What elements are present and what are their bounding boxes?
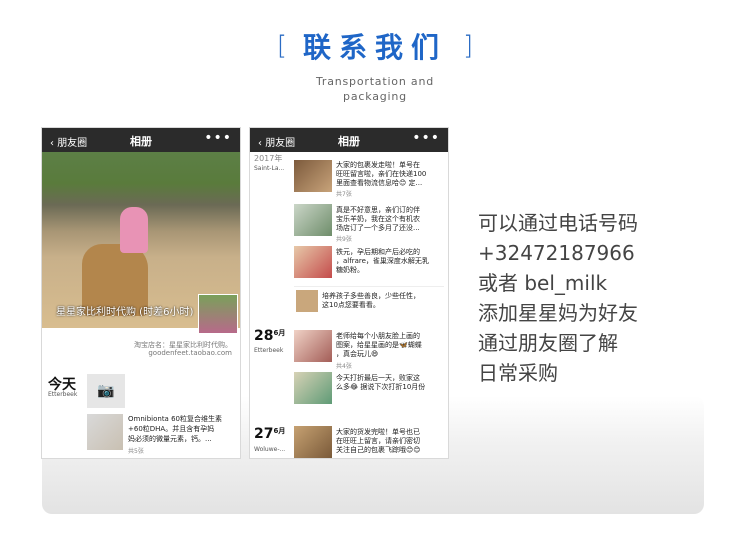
post-separator [294,286,444,287]
post-2-line-2: 宝乐羊奶，我在这个有机农 [336,215,420,223]
contact-line-5: 通过朋友圈了解 [478,331,618,355]
camera-icon[interactable]: 📷 [87,374,125,408]
post-1-line-3: 里面查看物流信息哈😊 定... [336,179,423,187]
post-3-line-2: ，alfrare，雀巢深度水解无乳 [336,257,429,265]
post-1-thumbnail[interactable] [294,160,332,192]
left-more-icon[interactable]: ••• [204,130,232,146]
post-1-line-1: 大家的包裹发走啦！单号在 [336,161,420,169]
post-7-thumbnail[interactable] [294,426,332,458]
date-28-day: 28 [254,328,274,344]
right-phone-screenshot: ‹ 朋友圈 相册 ••• 2017年 Saint-La... 大家的包裹发走啦！… [249,127,449,459]
post-5-meta: 共4张 [336,363,352,370]
post-6-line-1: 今天打折最后一天，败家这 [336,374,420,382]
right-more-icon[interactable]: ••• [412,130,440,146]
today-location: Etterbeek [48,391,78,398]
post-5-line-2: 图案，给星星画的是🦋蝴蝶 [336,341,422,349]
contact-line-6: 日常采购 [478,361,558,385]
post-2-text[interactable]: 真是不好意思，亲们订的伴 宝乐羊奶，我在这个有机农 场店订了一个多月了还没... [336,206,420,233]
location-3: Woluwe-... [254,446,286,453]
avatar[interactable] [198,294,238,334]
post-5-line-1: 老师给每个小朋友脸上画的 [336,332,420,340]
post-4-line-1: 培养孩子多些善良，少些任性， [322,292,420,300]
post-7-line-1: 大家的货发完啦！单号也已 [336,428,420,436]
post-6-thumbnail[interactable] [294,372,332,404]
post-3-line-1: 铁元，孕后期和产后必吃的 [336,248,420,256]
post-5-text[interactable]: 老师给每个小朋友脸上画的 图案，给星星画的是🦋蝴蝶 ，真会玩儿😄 [336,332,422,359]
shop-url-line: goodenfeet.taobao.com [148,349,232,357]
post-meta: 共5张 [128,448,144,455]
post-text-line-3: 妈必须的微量元素，钙。... [128,435,212,443]
post-1-text[interactable]: 大家的包裹发走啦！单号在 旺旺留言啦，亲们在快递100 里面查看物流信息哈😊 定… [336,161,426,188]
post-4-thumbnail[interactable] [296,290,318,312]
post-7-line-2: 在旺旺上留言，请亲们密切 [336,437,420,445]
date-28-month: 6月 [273,329,286,337]
section-title: 联系我们 [302,31,447,64]
contact-phone: +32472187966 [478,241,635,265]
post-4-text[interactable]: 培养孩子多些善良，少些任性， 这10点您要看看。 [322,292,420,310]
contact-info: 可以通过电话号码 +32472187966 或者 bel_milk 添加星星妈为… [478,208,638,388]
post-2-line-3: 场店订了一个多月了还没... [336,224,420,232]
post-2-line-1: 真是不好意思，亲们订的伴 [336,206,420,214]
post-1-line-2: 旺旺留言啦，亲们在快递100 [336,170,427,178]
post-5-line-3: ，真会玩儿😄 [336,350,379,358]
post-5-thumbnail[interactable] [294,330,332,362]
post-6-line-2: 么多😂 据说下次打折10月份 [336,383,426,391]
post-text-line-1: Omnibionta 60粒复合维生素 [128,415,222,423]
post-7-text[interactable]: 大家的货发完啦！单号也已 在旺旺上留言，请亲们密切 关注自己的包裹飞踪哦😊😊 [336,428,421,455]
contact-wechat: 或者 bel_milk [478,271,608,295]
cover-caption: 星星家比利时代购 (时差6小时) [56,307,194,318]
bracket-right: ] [463,31,474,61]
post-6-text[interactable]: 今天打折最后一天，败家这 么多😂 据说下次打折10月份 [336,374,425,392]
post-3-thumbnail[interactable] [294,246,332,278]
location-1: Saint-La... [254,165,285,172]
date-27: 276月 [254,426,285,442]
post-1-meta: 共7张 [336,191,352,198]
right-topbar: ‹ 朋友圈 相册 ••• [250,128,448,152]
post-2-meta: 共9张 [336,236,352,243]
post-2-thumbnail[interactable] [294,204,332,236]
date-27-month: 6月 [273,427,286,435]
contact-line-4: 添加星星妈为好友 [478,301,638,325]
left-phone-screenshot: ‹ 朋友圈 相册 ••• 星星家比利时代购 (时差6小时) 淘宝店名：星星家比利… [41,127,241,459]
subtitle-line-2: packaging [343,90,407,103]
post-3-text[interactable]: 铁元，孕后期和产后必吃的 ，alfrare，雀巢深度水解无乳 糖奶粉。 [336,248,429,275]
post-3-line-3: 糖奶粉。 [336,266,364,274]
post-text-line-2: +60粒DHA。并且含有孕妈 [128,425,215,433]
child-shape [120,207,148,253]
title-row: [ 联系我们 ] [0,26,750,66]
post-4-line-2: 这10点您要看看。 [322,301,380,309]
post-7-line-3: 关注自己的包裹飞踪哦😊😊 [336,446,421,454]
year-label: 2017年 [254,154,283,163]
post-thumbnail[interactable] [87,414,123,450]
subtitle-line-1: Transportation and [315,75,435,88]
section-subtitle: Transportation and packaging [0,74,750,104]
date-27-day: 27 [254,426,274,442]
location-2: Etterbeek [254,347,284,354]
left-topbar: ‹ 朋友圈 相册 ••• [42,128,240,152]
bracket-left: [ [276,31,287,61]
contact-line-1: 可以通过电话号码 [478,211,638,235]
date-28: 286月 [254,328,285,344]
section-header: [ 联系我们 ] Transportation and packaging [0,26,750,104]
